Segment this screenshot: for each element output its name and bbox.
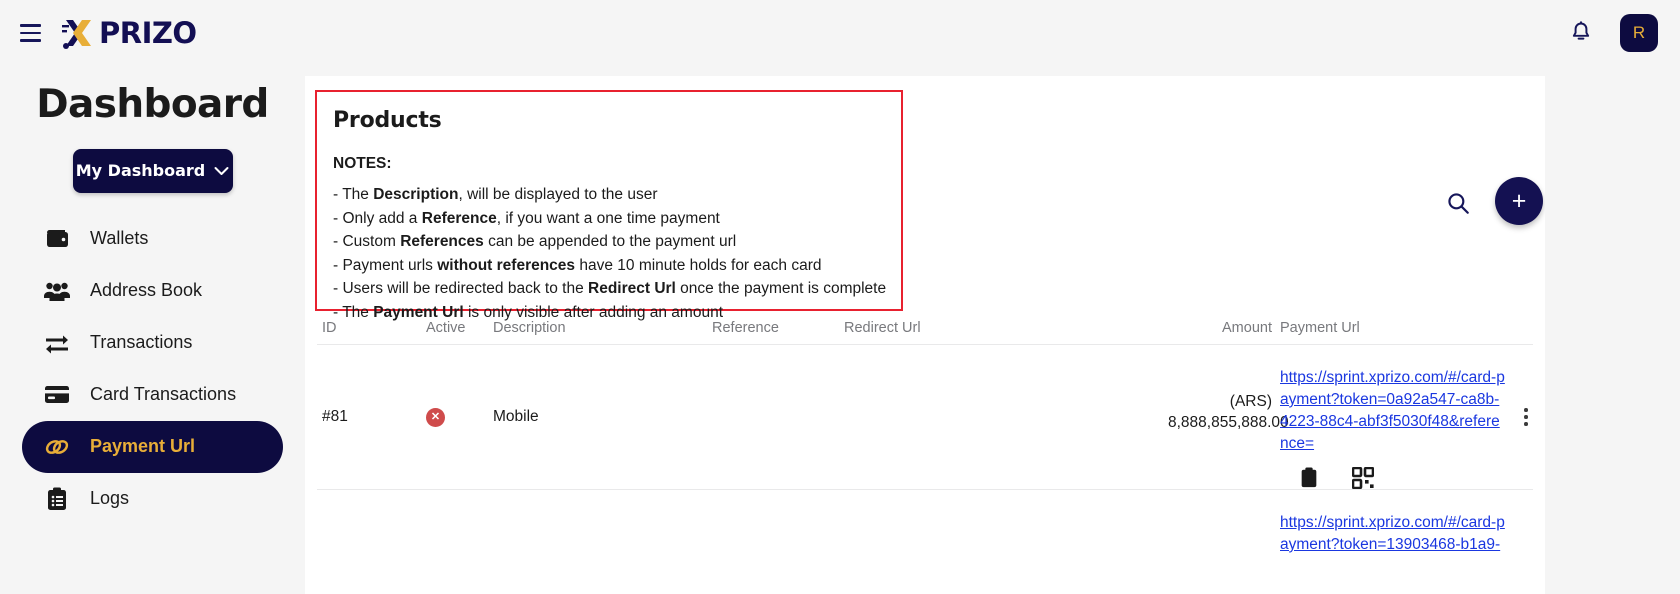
column-header-amount: Amount [1222, 320, 1272, 336]
note-item: - Users will be redirected back to the R… [333, 280, 887, 297]
table-header-row: ID Active Description Reference Redirect… [317, 312, 1533, 344]
kebab-menu-icon [1524, 408, 1528, 426]
clipboard-list-icon [44, 486, 70, 512]
logo-text: PRIZO [99, 15, 197, 50]
cell-payment-url: https://sprint.xprizo.com/#/card-payment… [1272, 345, 1506, 489]
cell-reference [712, 490, 844, 594]
row-menu-button[interactable] [1506, 490, 1545, 594]
row-menu-button[interactable] [1506, 345, 1545, 489]
cell-reference [712, 345, 844, 489]
search-icon[interactable] [1445, 190, 1471, 216]
qr-code-icon[interactable] [1352, 467, 1374, 489]
bell-icon[interactable] [1568, 20, 1594, 46]
note-item: - Payment urls without references have 1… [333, 256, 822, 274]
products-panel: Products NOTES: - The Description, will … [305, 76, 1545, 594]
table-row[interactable]: #81 ✕ Mobile (ARS) 8,888,855,888.00 http… [317, 344, 1533, 489]
wallet-icon [44, 226, 70, 252]
add-product-button[interactable]: + [1495, 177, 1543, 225]
app-logo[interactable]: PRIZO [60, 13, 197, 53]
panel-title: Products [333, 108, 442, 133]
people-icon [44, 278, 70, 304]
my-dashboard-label: My Dashboard [75, 161, 206, 181]
chevron-down-icon [214, 166, 229, 175]
table-row[interactable]: https://sprint.xprizo.com/#/card-payment… [317, 489, 1533, 594]
cell-active [426, 490, 493, 594]
top-bar-actions: R [1568, 14, 1658, 52]
note-item: - The Description, will be displayed to … [333, 186, 658, 203]
cell-description [493, 490, 712, 594]
amount-currency: (ARS) [1229, 393, 1272, 410]
products-table: ID Active Description Reference Redirect… [317, 312, 1533, 594]
circle-x-icon[interactable]: ✕ [426, 407, 445, 427]
cell-redirect-url [844, 345, 1168, 489]
cell-active: ✕ [426, 345, 493, 489]
payment-url-link[interactable]: https://sprint.xprizo.com/#/card-payment… [1280, 512, 1506, 556]
notes-list: - The Description, will be displayed to … [333, 183, 887, 324]
clipboard-copy-icon[interactable] [1298, 467, 1320, 489]
plus-icon: + [1511, 186, 1527, 215]
sidebar-item-address-book[interactable]: Address Book [22, 265, 283, 317]
sidebar-nav: Wallets Address Book Transactions Card T… [0, 213, 305, 525]
sidebar-item-label: Address Book [90, 280, 203, 301]
column-header-reference: Reference [712, 320, 779, 336]
cell-id [317, 490, 426, 594]
top-bar: PRIZO R [0, 0, 1680, 66]
hamburger-icon[interactable] [12, 15, 48, 51]
cell-redirect-url [844, 490, 1168, 594]
cell-id: #81 [322, 408, 348, 425]
my-dashboard-button[interactable]: My Dashboard [72, 148, 233, 193]
sidebar-item-label: Logs [90, 488, 130, 509]
app-root: PRIZO R Dashboard My Dashboard Wallets A… [0, 0, 1680, 594]
sidebar-item-label: Payment Url [90, 436, 196, 457]
page-title: Dashboard [36, 82, 269, 127]
sidebar-item-label: Card Transactions [90, 384, 237, 405]
note-item: - Only add a Reference, if you want a on… [333, 209, 720, 227]
payment-url-link[interactable]: https://sprint.xprizo.com/#/card-payment… [1280, 367, 1506, 455]
amount-value: 8,888,855,888.00 [1168, 414, 1289, 431]
column-header-redirect-url: Redirect Url [844, 320, 921, 336]
credit-card-icon [44, 382, 70, 408]
sidebar-item-card-transactions[interactable]: Card Transactions [22, 369, 283, 421]
link-icon [44, 434, 70, 460]
notes-highlight-box: Products NOTES: - The Description, will … [315, 90, 903, 321]
sidebar-item-logs[interactable]: Logs [22, 473, 283, 525]
sidebar: Dashboard My Dashboard Wallets Address B… [0, 66, 305, 594]
payment-url-actions [1280, 467, 1506, 489]
avatar-initial: R [1632, 23, 1646, 42]
transfer-arrows-icon [44, 330, 70, 356]
cell-payment-url: https://sprint.xprizo.com/#/card-payment… [1272, 490, 1506, 594]
note-item: - Custom References can be appended to t… [333, 233, 737, 250]
x-logo-icon [62, 20, 91, 49]
column-header-active: Active [426, 320, 466, 336]
sidebar-item-label: Transactions [90, 332, 193, 353]
cell-amount [1168, 490, 1272, 594]
sidebar-item-transactions[interactable]: Transactions [22, 317, 283, 369]
column-header-id: ID [322, 320, 337, 336]
sidebar-item-label: Wallets [90, 228, 149, 249]
avatar[interactable]: R [1620, 14, 1658, 52]
column-header-payment-url: Payment Url [1280, 320, 1360, 336]
cell-amount: (ARS) 8,888,855,888.00 [1168, 345, 1289, 489]
sidebar-item-wallets[interactable]: Wallets [22, 213, 283, 265]
sidebar-item-payment-url[interactable]: Payment Url [22, 420, 283, 473]
column-header-description: Description [493, 320, 566, 336]
cell-description: Mobile [493, 408, 539, 425]
notes-heading: NOTES: [333, 155, 392, 172]
